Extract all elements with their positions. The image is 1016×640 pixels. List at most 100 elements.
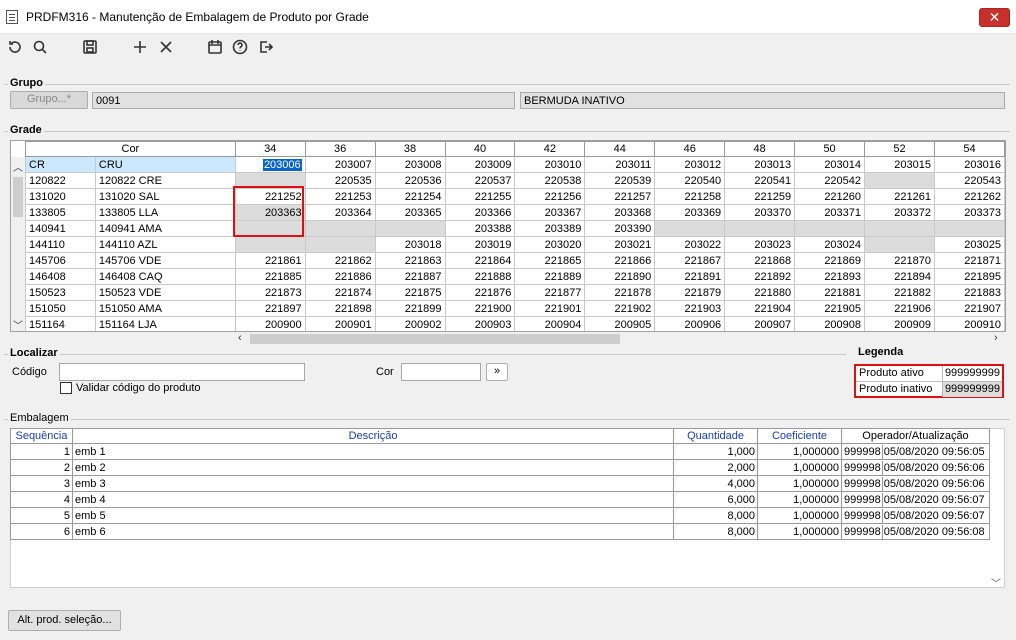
grade-cell[interactable]: 203372 bbox=[864, 204, 935, 221]
scroll-down-icon[interactable]: ﹀ bbox=[13, 317, 23, 331]
grade-row-code[interactable]: 133805 bbox=[25, 204, 96, 221]
header-operador-atualizacao[interactable]: Operador/Atualização bbox=[840, 428, 991, 444]
grade-cell[interactable]: 221252 bbox=[234, 188, 306, 205]
grade-cell[interactable]: 203389 bbox=[514, 220, 586, 237]
embalagem-row[interactable]: 1 emb 1 1,000 1,000000 999998 05/08/2020 09:5… bbox=[10, 443, 991, 460]
grade-cell[interactable]: 221876 bbox=[444, 284, 516, 301]
grade-row-name[interactable]: 144110 AZL bbox=[94, 236, 236, 253]
embalagem-quantidade[interactable]: 4,000 bbox=[673, 475, 759, 492]
grade-cell[interactable]: 200900 bbox=[234, 316, 306, 331]
column-header-size-52[interactable]: 52 bbox=[864, 141, 935, 157]
embalagem-operador-atualizacao[interactable]: 999998 05/08/2020 09:56:08 bbox=[840, 523, 991, 540]
grade-cell[interactable]: 220535 bbox=[304, 172, 376, 189]
grade-cell[interactable]: 200908 bbox=[794, 316, 866, 331]
embalagem-desc[interactable]: emb 5 bbox=[71, 507, 675, 524]
embalagem-seq[interactable]: 6 bbox=[10, 523, 73, 540]
grade-cell[interactable]: 203388 bbox=[444, 220, 516, 237]
scroll-left-icon[interactable]: ‹ bbox=[238, 332, 242, 344]
grade-cell[interactable]: 203006 bbox=[234, 156, 306, 173]
grade-cell[interactable] bbox=[864, 236, 935, 253]
grade-cell[interactable]: 221254 bbox=[374, 188, 446, 205]
grade-row[interactable]: 151050 151050 AMA 221897 221898 221899 221900… bbox=[25, 300, 1005, 317]
grade-row-code[interactable]: 144110 bbox=[25, 236, 96, 253]
embalagem-quantidade[interactable]: 2,000 bbox=[673, 459, 759, 476]
header-quantidade[interactable]: Quantidade bbox=[673, 428, 759, 444]
embalagem-row[interactable]: 6 emb 6 8,000 1,000000 999998 05/08/2020 09:5… bbox=[10, 523, 991, 540]
grade-cell[interactable]: 221905 bbox=[794, 300, 866, 317]
grade-cell[interactable]: 221904 bbox=[724, 300, 796, 317]
grade-row-name[interactable]: 151164 LJA bbox=[94, 316, 236, 331]
grade-row-name[interactable]: 133805 LLA bbox=[94, 204, 236, 221]
grupo-code-field[interactable]: 0091 bbox=[92, 92, 515, 109]
embalagem-operador-atualizacao[interactable]: 999998 05/08/2020 09:56:05 bbox=[840, 443, 991, 460]
embalagem-desc[interactable]: emb 6 bbox=[71, 523, 675, 540]
grade-row-name[interactable]: 146408 CAQ bbox=[94, 268, 236, 285]
column-header-size-38[interactable]: 38 bbox=[374, 141, 446, 157]
grade-cell[interactable]: 203007 bbox=[304, 156, 376, 173]
grade-cell[interactable]: 200904 bbox=[514, 316, 586, 331]
grade-cell[interactable] bbox=[374, 220, 446, 237]
grade-cell[interactable]: 221900 bbox=[444, 300, 516, 317]
grade-cell[interactable]: 203008 bbox=[374, 156, 446, 173]
grade-cell[interactable] bbox=[304, 236, 376, 253]
grade-cell[interactable]: 203366 bbox=[444, 204, 516, 221]
emb-scroll-down-icon[interactable]: ﹀ bbox=[991, 575, 1001, 590]
grade-row-code[interactable]: 120822 bbox=[25, 172, 96, 189]
grade-row[interactable]: 140941 140941 AMA 203388 203389 203390 bbox=[25, 220, 1005, 237]
scroll-right-icon[interactable]: › bbox=[994, 332, 998, 344]
grade-cell[interactable]: 220543 bbox=[933, 172, 1005, 189]
embalagem-coeficiente[interactable]: 1,000000 bbox=[757, 491, 842, 508]
grade-cell[interactable]: 220541 bbox=[724, 172, 796, 189]
grade-cell-selected-value[interactable]: 203006 bbox=[262, 158, 302, 171]
column-header-size-50[interactable]: 50 bbox=[794, 141, 866, 157]
grade-cell[interactable]: 221886 bbox=[304, 268, 376, 285]
grade-cell[interactable]: 203018 bbox=[374, 236, 446, 253]
grade-cell[interactable]: 203023 bbox=[724, 236, 796, 253]
embalagem-coeficiente[interactable]: 1,000000 bbox=[757, 523, 842, 540]
embalagem-seq[interactable]: 2 bbox=[10, 459, 73, 476]
grade-cell[interactable]: 221907 bbox=[933, 300, 1005, 317]
grade-cell[interactable]: 203022 bbox=[654, 236, 726, 253]
grade-cell[interactable]: 221861 bbox=[234, 252, 306, 269]
grade-cell[interactable]: 221255 bbox=[444, 188, 516, 205]
search-icon[interactable] bbox=[30, 37, 50, 57]
embalagem-coeficiente[interactable]: 1,000000 bbox=[757, 475, 842, 492]
grade-cell[interactable]: 221253 bbox=[304, 188, 376, 205]
grade-cell[interactable]: 203021 bbox=[584, 236, 656, 253]
grade-cell[interactable]: 221903 bbox=[654, 300, 726, 317]
grade-cell[interactable]: 200909 bbox=[864, 316, 935, 331]
grade-cell[interactable]: 221894 bbox=[864, 268, 935, 285]
grupo-button[interactable]: Grupo...* bbox=[10, 91, 88, 109]
grade-cell[interactable]: 221897 bbox=[234, 300, 306, 317]
grade-cell[interactable]: 203011 bbox=[584, 156, 656, 173]
refresh-icon[interactable] bbox=[5, 37, 25, 57]
codigo-input[interactable] bbox=[59, 363, 305, 381]
column-header-size-46[interactable]: 46 bbox=[654, 141, 726, 157]
grade-cell[interactable]: 221863 bbox=[374, 252, 446, 269]
embalagem-seq[interactable]: 5 bbox=[10, 507, 73, 524]
grade-cell[interactable] bbox=[654, 220, 726, 237]
grade-cell[interactable]: 221256 bbox=[514, 188, 586, 205]
help-icon[interactable] bbox=[230, 37, 250, 57]
grade-cell[interactable]: 203363 bbox=[234, 204, 306, 221]
grade-cell[interactable]: 200901 bbox=[304, 316, 376, 331]
grade-cell[interactable]: 221873 bbox=[234, 284, 306, 301]
grade-cell[interactable]: 220540 bbox=[654, 172, 726, 189]
grade-row-name[interactable]: 131020 SAL bbox=[94, 188, 236, 205]
grade-cell[interactable]: 203015 bbox=[864, 156, 935, 173]
grade-cell[interactable]: 200902 bbox=[374, 316, 446, 331]
grade-cell[interactable]: 221260 bbox=[794, 188, 866, 205]
scroll-up-icon[interactable]: ︿ bbox=[13, 159, 23, 174]
grade-cell[interactable]: 203014 bbox=[794, 156, 866, 173]
embalagem-row[interactable]: 3 emb 3 4,000 1,000000 999998 05/08/2020 09:5… bbox=[10, 475, 991, 492]
grade-row-name[interactable]: 145706 VDE bbox=[94, 252, 236, 269]
grade-cell[interactable] bbox=[234, 172, 306, 189]
grade-row[interactable]: 133805 133805 LLA 203363 203364 203365 203366… bbox=[25, 204, 1005, 221]
hscroll-thumb[interactable] bbox=[250, 334, 620, 344]
grade-cell[interactable]: 220538 bbox=[514, 172, 586, 189]
grade-cell[interactable]: 203012 bbox=[654, 156, 726, 173]
grade-cell[interactable]: 221869 bbox=[794, 252, 866, 269]
embalagem-quantidade[interactable]: 8,000 bbox=[673, 523, 759, 540]
grade-cell[interactable]: 203019 bbox=[444, 236, 516, 253]
grade-row[interactable]: 146408 146408 CAQ 221885 221886 221887 221888… bbox=[25, 268, 1005, 285]
